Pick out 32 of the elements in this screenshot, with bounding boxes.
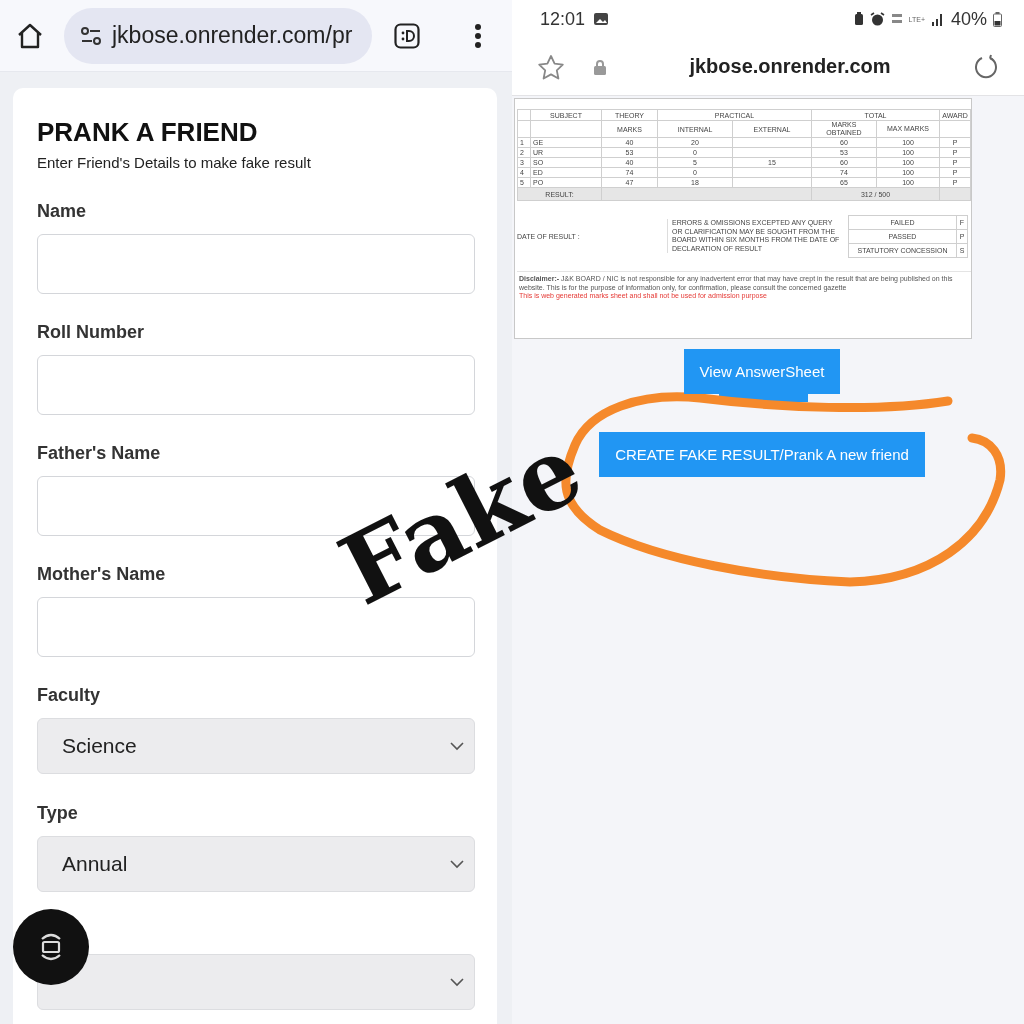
alarm-icon	[869, 12, 885, 26]
menu-icon[interactable]	[474, 22, 482, 49]
battery-icon	[993, 11, 1002, 27]
field-label: Name	[37, 200, 88, 222]
chevron-icon	[450, 859, 464, 869]
signal-icon	[930, 12, 945, 26]
field-label: Type	[37, 802, 79, 824]
field-label: Roll Number	[37, 321, 145, 343]
home-icon[interactable]	[16, 21, 44, 50]
lock-icon	[593, 58, 607, 75]
input-field[interactable]	[37, 355, 475, 415]
battery-level: 40%	[950, 8, 987, 30]
field-label: Father's Name	[37, 442, 162, 464]
tune-icon	[80, 26, 102, 45]
dropdown[interactable]: Science	[37, 718, 475, 774]
form-title: PRANK A FRIEND	[37, 116, 259, 148]
chevron-icon	[450, 977, 464, 987]
star-icon[interactable]	[537, 53, 565, 80]
image-icon	[593, 12, 610, 26]
field-label: Faculty	[37, 684, 102, 706]
input-field[interactable]	[37, 234, 475, 294]
form-subtitle: Enter Friend's Details to make fake result	[37, 154, 312, 172]
annotation-text: Fake	[326, 418, 597, 622]
dropdown[interactable]: Annual	[37, 836, 475, 892]
dropdown[interactable]	[37, 954, 475, 1010]
address-bar[interactable]: jkbose.onrender.com/pr	[64, 7, 372, 64]
battery-saver-icon	[853, 12, 864, 26]
reload-icon[interactable]	[973, 53, 999, 80]
field-label: Mother's Name	[37, 563, 167, 585]
chevron-icon	[450, 741, 464, 751]
status-time: 12:01	[540, 8, 586, 30]
smiley-tab-icon[interactable]	[394, 22, 420, 49]
